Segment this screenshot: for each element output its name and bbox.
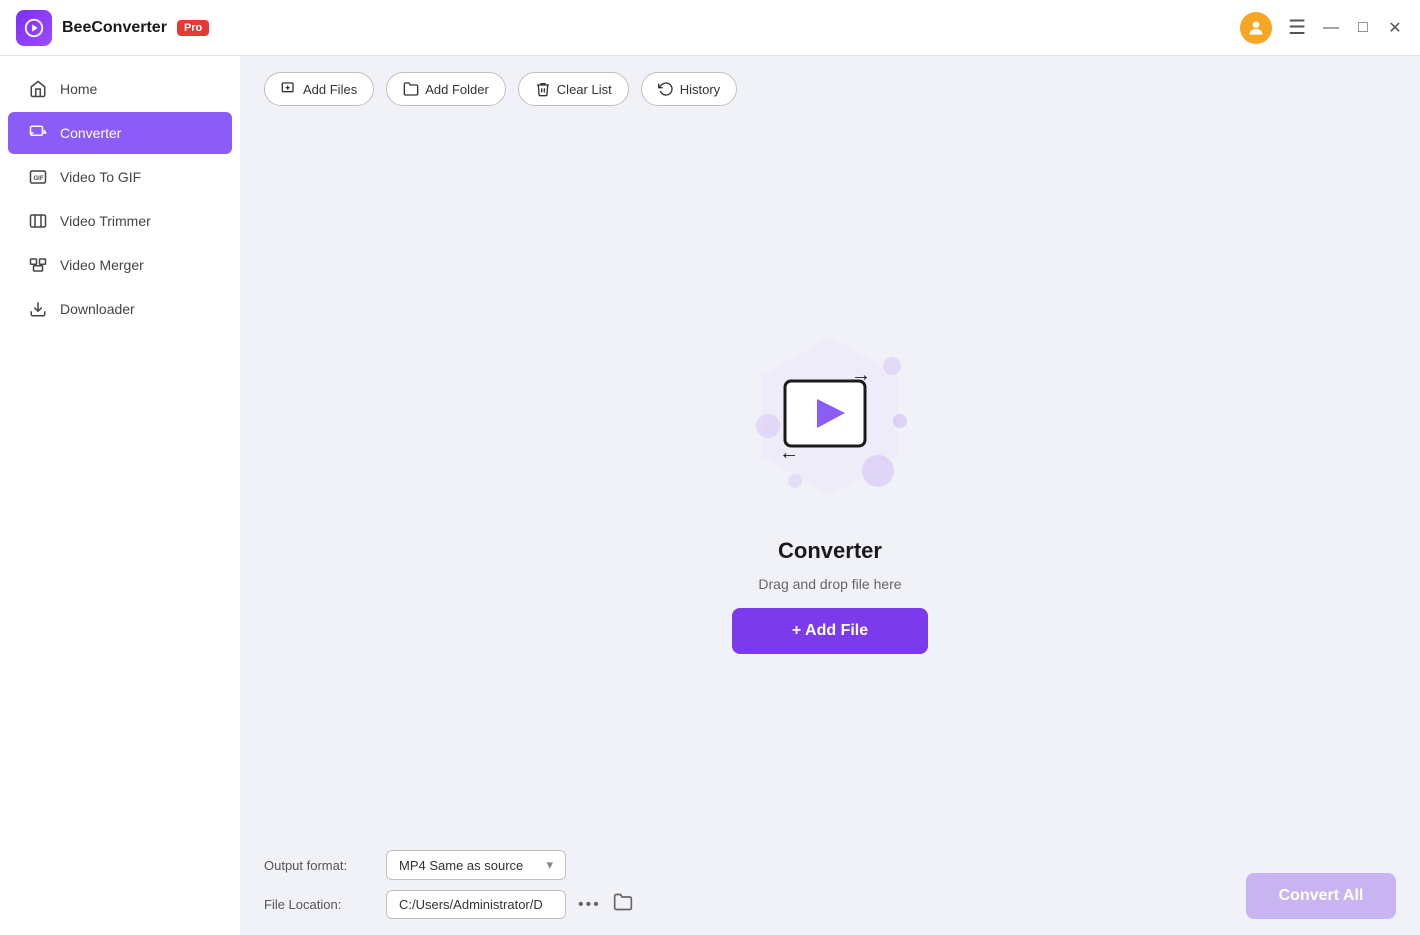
converter-icon-svg: → ← bbox=[775, 371, 885, 461]
title-bar: BeeConverter Pro ☰ — □ ✕ bbox=[0, 0, 1420, 56]
output-format-label: Output format: bbox=[264, 858, 374, 873]
file-location-input: C:/Users/Administrator/D bbox=[386, 890, 566, 919]
window-controls: — □ ✕ bbox=[1322, 19, 1404, 37]
svg-text:→: → bbox=[851, 371, 871, 386]
svg-text:←: ← bbox=[779, 442, 799, 461]
sidebar-item-video-merger[interactable]: Video Merger bbox=[8, 244, 232, 286]
minimize-button[interactable]: — bbox=[1322, 19, 1340, 37]
toolbar: Add Files Add Folder Clear List bbox=[240, 56, 1420, 122]
trimmer-icon bbox=[28, 211, 48, 231]
converter-icon-container: → ← bbox=[775, 371, 885, 461]
browse-folder-button[interactable] bbox=[613, 892, 633, 917]
gif-icon: GIF bbox=[28, 167, 48, 187]
content-area: Add Files Add Folder Clear List bbox=[240, 56, 1420, 935]
drop-title: Converter bbox=[778, 538, 882, 564]
user-avatar[interactable] bbox=[1240, 12, 1272, 44]
file-location-row: File Location: C:/Users/Administrator/D … bbox=[264, 890, 633, 919]
drop-illustration: → ← bbox=[720, 306, 940, 526]
drop-zone: → ← Converter Drag and drop file here + … bbox=[240, 122, 1420, 838]
clear-list-button[interactable]: Clear List bbox=[518, 72, 629, 106]
more-options-button[interactable]: ••• bbox=[578, 896, 601, 914]
add-folder-label: Add Folder bbox=[425, 82, 489, 97]
app-title: BeeConverter bbox=[62, 19, 167, 37]
bottom-left: Output format: MP4 Same as source ▾ File… bbox=[264, 850, 633, 919]
sidebar-item-video-trimmer[interactable]: Video Trimmer bbox=[8, 200, 232, 242]
merger-icon bbox=[28, 255, 48, 275]
sidebar-label-merger: Video Merger bbox=[60, 257, 144, 273]
sidebar-label-gif: Video To GIF bbox=[60, 169, 141, 185]
sidebar-label-converter: Converter bbox=[60, 125, 121, 141]
sidebar-item-converter[interactable]: Converter bbox=[8, 112, 232, 154]
menu-icon[interactable]: ☰ bbox=[1288, 15, 1306, 40]
home-icon bbox=[28, 79, 48, 99]
main-layout: Home Converter GIF Video To GIF bbox=[0, 56, 1420, 935]
pro-badge: Pro bbox=[177, 20, 209, 36]
file-location-label: File Location: bbox=[264, 897, 374, 912]
clear-list-label: Clear List bbox=[557, 82, 612, 97]
bottom-bar: Output format: MP4 Same as source ▾ File… bbox=[240, 838, 1420, 935]
converter-icon bbox=[28, 123, 48, 143]
format-value: MP4 Same as source bbox=[399, 858, 523, 873]
output-format-row: Output format: MP4 Same as source ▾ bbox=[264, 850, 633, 880]
sidebar-item-video-to-gif[interactable]: GIF Video To GIF bbox=[8, 156, 232, 198]
sidebar-label-trimmer: Video Trimmer bbox=[60, 213, 151, 229]
sidebar-item-downloader[interactable]: Downloader bbox=[8, 288, 232, 330]
output-format-select[interactable]: MP4 Same as source ▾ bbox=[386, 850, 566, 880]
sidebar-label-home: Home bbox=[60, 81, 97, 97]
file-location-value: C:/Users/Administrator/D bbox=[399, 897, 543, 912]
app-logo bbox=[16, 10, 52, 46]
add-files-button[interactable]: Add Files bbox=[264, 72, 374, 106]
maximize-button[interactable]: □ bbox=[1354, 19, 1372, 37]
svg-text:GIF: GIF bbox=[34, 176, 44, 182]
history-label: History bbox=[680, 82, 720, 97]
download-icon bbox=[28, 299, 48, 319]
add-files-label: Add Files bbox=[303, 82, 357, 97]
sidebar-label-downloader: Downloader bbox=[60, 301, 135, 317]
chevron-down-icon: ▾ bbox=[546, 857, 553, 873]
convert-all-button[interactable]: Convert All bbox=[1246, 873, 1396, 919]
drop-subtitle: Drag and drop file here bbox=[758, 576, 901, 592]
title-bar-right: ☰ — □ ✕ bbox=[1240, 12, 1404, 44]
sidebar-item-home[interactable]: Home bbox=[8, 68, 232, 110]
close-button[interactable]: ✕ bbox=[1386, 19, 1404, 37]
add-folder-button[interactable]: Add Folder bbox=[386, 72, 506, 106]
title-bar-left: BeeConverter Pro bbox=[16, 10, 1240, 46]
add-file-button[interactable]: + Add File bbox=[732, 608, 928, 654]
history-button[interactable]: History bbox=[641, 72, 737, 106]
sidebar: Home Converter GIF Video To GIF bbox=[0, 56, 240, 935]
